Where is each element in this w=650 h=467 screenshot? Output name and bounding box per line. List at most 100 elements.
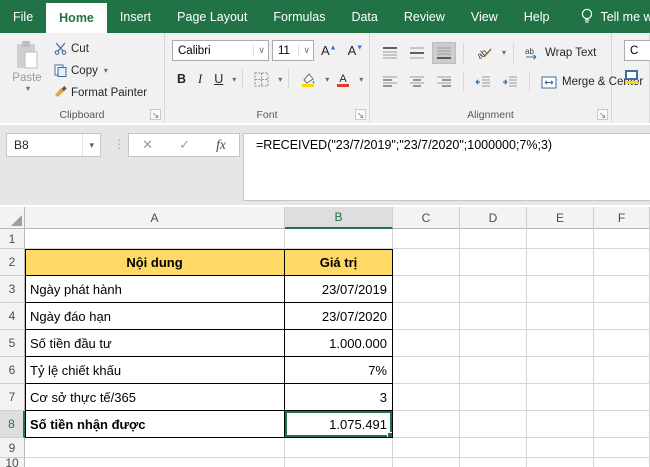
cell-B1[interactable] [285,229,393,249]
cell-C6[interactable] [393,357,460,384]
column-header-E[interactable]: E [527,207,594,229]
cell-A1[interactable] [25,229,285,249]
decrease-font-button[interactable]: A▼ [344,43,368,58]
copy-dropdown-arrow[interactable]: ▾ [104,66,108,75]
cell-A6[interactable]: Tỷ lệ chiết khấu [25,357,285,384]
cell-E7[interactable] [527,384,594,411]
cell-B5[interactable]: 1.000.000 [285,330,393,357]
cell-A5[interactable]: Số tiền đầu tư [25,330,285,357]
tab-formulas[interactable]: Formulas [260,0,338,33]
cell-E3[interactable] [527,276,594,303]
tab-page-layout[interactable]: Page Layout [164,0,260,33]
cut-button[interactable]: Cut [54,42,89,55]
cell-A3[interactable]: Ngày phát hành [25,276,285,303]
cell-B4[interactable]: 23/07/2020 [285,303,393,330]
cell-B3[interactable]: 23/07/2019 [285,276,393,303]
cell-B10[interactable] [285,458,393,467]
cell-F2[interactable] [594,249,650,276]
tell-me-box[interactable]: Tell me what [562,0,650,33]
column-header-D[interactable]: D [460,207,527,229]
align-top-button[interactable] [378,42,402,64]
enter-button[interactable]: ✓ [179,137,190,153]
cell-C2[interactable] [393,249,460,276]
font-color-button[interactable]: A [331,70,355,89]
row-header-5[interactable]: 5 [0,330,25,357]
cell-D9[interactable] [460,438,527,458]
row-header-4[interactable]: 4 [0,303,25,330]
cell-A10[interactable] [25,458,285,467]
cell-E2[interactable] [527,249,594,276]
format-painter-button[interactable]: Format Painter [54,86,147,99]
bold-button[interactable]: B [172,70,191,88]
column-header-B[interactable]: B [285,207,393,229]
cell-E8[interactable] [527,411,594,438]
cell-F7[interactable] [594,384,650,411]
number-format-combo[interactable]: C [624,40,650,61]
row-header-8[interactable]: 8 [0,411,25,438]
cell-C7[interactable] [393,384,460,411]
align-right-button[interactable] [432,71,456,93]
row-header-6[interactable]: 6 [0,357,25,384]
clipboard-dialog-launcher[interactable]: ↘ [150,109,161,120]
borders-button[interactable] [249,70,274,89]
font-color-dropdown-arrow[interactable]: ▾ [359,75,363,84]
accounting-format-icon[interactable] [625,69,641,84]
cell-C8[interactable] [393,411,460,438]
cell-C9[interactable] [393,438,460,458]
cell-A9[interactable] [25,438,285,458]
cell-D10[interactable] [460,458,527,467]
row-header-1[interactable]: 1 [0,229,25,249]
row-header-3[interactable]: 3 [0,276,25,303]
font-size-combo[interactable]: 11 ∨ [272,40,314,61]
cell-E9[interactable] [527,438,594,458]
cell-D5[interactable] [460,330,527,357]
align-left-button[interactable] [378,71,402,93]
tab-help[interactable]: Help [511,0,563,33]
cell-B2[interactable]: Giá trị [285,249,393,276]
cell-D7[interactable] [460,384,527,411]
cell-B7[interactable]: 3 [285,384,393,411]
underline-button[interactable]: U [209,70,228,88]
tab-home[interactable]: Home [46,3,107,33]
name-box-dropdown-arrow[interactable]: ▾ [82,134,100,156]
row-header-10[interactable]: 10 [0,458,25,467]
cell-F10[interactable] [594,458,650,467]
align-bottom-button[interactable] [432,42,456,64]
select-all-corner[interactable] [0,207,25,229]
cell-C4[interactable] [393,303,460,330]
cell-D1[interactable] [460,229,527,249]
row-header-9[interactable]: 9 [0,438,25,458]
cell-A8[interactable]: Số tiền nhận được [25,411,285,438]
increase-font-button[interactable]: A▲ [317,43,341,58]
tab-insert[interactable]: Insert [107,0,164,33]
cell-C10[interactable] [393,458,460,467]
insert-function-button[interactable]: fx [216,137,226,153]
row-header-7[interactable]: 7 [0,384,25,411]
wrap-text-button[interactable]: ab Wrap Text [521,42,600,64]
cell-B8[interactable]: 1.075.491 [285,411,393,438]
cell-F5[interactable] [594,330,650,357]
cell-F4[interactable] [594,303,650,330]
align-center-button[interactable] [405,71,429,93]
align-middle-button[interactable] [405,42,429,64]
cell-C5[interactable] [393,330,460,357]
paste-button[interactable]: Paste ▾ [6,38,48,106]
cell-F9[interactable] [594,438,650,458]
cell-B6[interactable]: 7% [285,357,393,384]
cell-D2[interactable] [460,249,527,276]
underline-dropdown-arrow[interactable]: ▾ [232,75,236,84]
cell-E4[interactable] [527,303,594,330]
cell-F6[interactable] [594,357,650,384]
tab-view[interactable]: View [458,0,511,33]
column-header-A[interactable]: A [25,207,285,229]
cell-E6[interactable] [527,357,594,384]
cell-A7[interactable]: Cơ sở thực tế/365 [25,384,285,411]
cell-C1[interactable] [393,229,460,249]
cell-E10[interactable] [527,458,594,467]
cell-F8[interactable] [594,411,650,438]
row-header-2[interactable]: 2 [0,249,25,276]
copy-button[interactable]: Copy ▾ [54,64,108,77]
formula-input[interactable]: =RECEIVED("23/7/2019";"23/7/2020";100000… [243,133,650,201]
cell-F1[interactable] [594,229,650,249]
cell-D3[interactable] [460,276,527,303]
